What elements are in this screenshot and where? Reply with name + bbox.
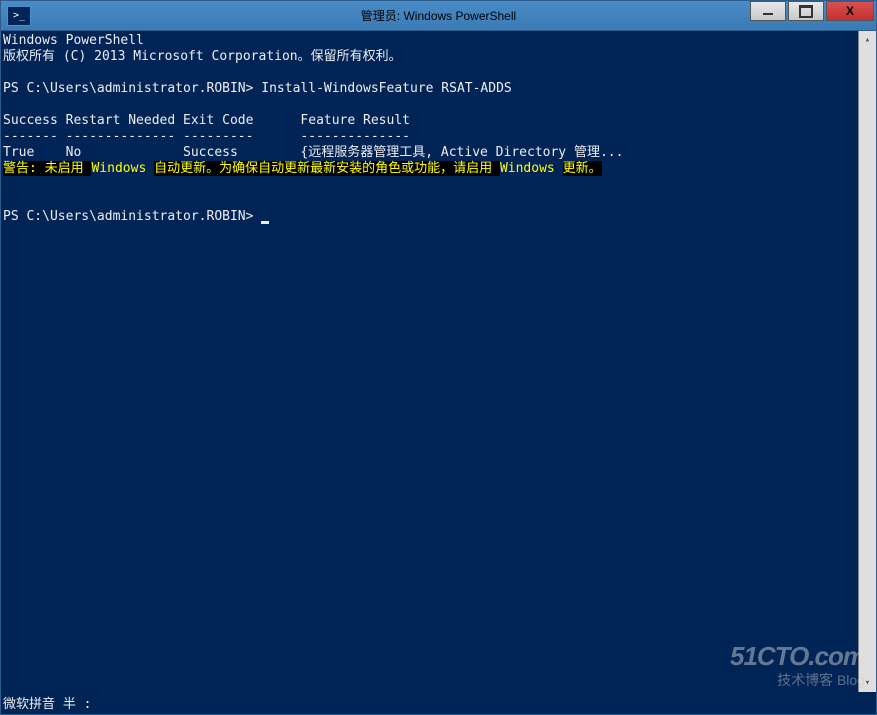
icon-glyph: >_ — [13, 10, 25, 21]
minimize-button[interactable] — [750, 1, 786, 21]
warning-word2: Windows — [500, 161, 563, 176]
powershell-window: >_ 管理员: Windows PowerShell X Windows Pow… — [0, 0, 877, 715]
terminal-container: Windows PowerShell 版权所有 (C) 2013 Microso… — [1, 31, 876, 692]
warning-text3: 更新。 — [563, 161, 602, 176]
prompt1: PS C:\Users\administrator.ROBIN> — [3, 81, 261, 96]
powershell-icon: >_ — [7, 6, 31, 26]
cursor — [261, 221, 269, 224]
ime-status-bar: 微软拼音 半 : — [1, 692, 876, 714]
prompt-line1: PS C:\Users\administrator.ROBIN> Install… — [3, 81, 512, 96]
window-controls: X — [750, 1, 876, 23]
header-line2: 版权所有 (C) 2013 Microsoft Corporation。保留所有… — [3, 49, 402, 64]
warning-line: 警告: 未启用 Windows 自动更新。为确保自动更新最新安装的角色或功能，请… — [3, 161, 602, 176]
ime-status-text: 微软拼音 半 : — [3, 693, 91, 712]
scroll-track[interactable] — [859, 49, 876, 674]
warning-word1: Windows — [91, 161, 154, 176]
command1: Install-WindowsFeature RSAT-ADDS — [261, 81, 511, 96]
close-button[interactable]: X — [826, 1, 874, 21]
prompt2: PS C:\Users\administrator.ROBIN> — [3, 209, 261, 224]
scroll-down-arrow[interactable]: ▾ — [859, 674, 876, 692]
warning-prefix: 警告: — [3, 161, 45, 176]
table-header: Success Restart Needed Exit Code Feature… — [3, 113, 410, 128]
scroll-up-arrow[interactable]: ▴ — [859, 31, 876, 49]
window-title: 管理员: Windows PowerShell — [361, 7, 516, 24]
maximize-button[interactable] — [788, 1, 824, 21]
table-row: True No Success {远程服务器管理工具, Active Direc… — [3, 145, 623, 160]
table-divider: ------- -------------- --------- -------… — [3, 129, 410, 144]
prompt-line2: PS C:\Users\administrator.ROBIN> — [3, 209, 269, 224]
scrollbar[interactable]: ▴ ▾ — [858, 31, 876, 692]
header-line1: Windows PowerShell — [3, 33, 144, 48]
warning-text1: 未启用 — [45, 161, 92, 176]
titlebar[interactable]: >_ 管理员: Windows PowerShell X — [1, 1, 876, 31]
warning-text2: 自动更新。为确保自动更新最新安装的角色或功能，请启用 — [154, 161, 500, 176]
terminal-output[interactable]: Windows PowerShell 版权所有 (C) 2013 Microso… — [1, 31, 858, 692]
